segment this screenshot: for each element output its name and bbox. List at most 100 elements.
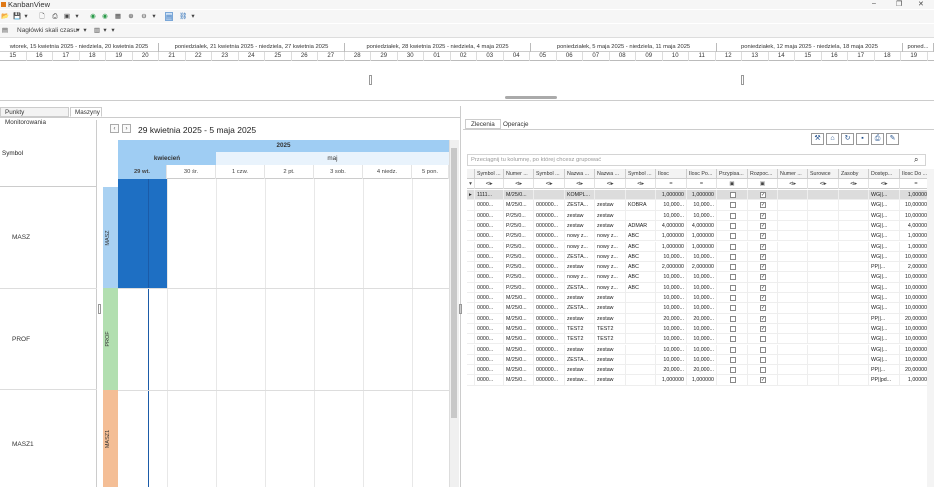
- table-row[interactable]: 0000... M/25/0... 000000... zestaw zestaw 20,…: [467, 365, 933, 376]
- columns-icon[interactable]: ▥: [93, 26, 101, 35]
- schedule-grid[interactable]: [118, 179, 450, 487]
- document-icon[interactable]: 🗋: [38, 12, 46, 21]
- filter-cell[interactable]: ▣: [748, 179, 778, 189]
- calendar-day[interactable]: 4 niedz.: [363, 165, 412, 179]
- tab-zlecenia[interactable]: Zlecenia: [465, 119, 501, 129]
- dropdown-icon[interactable]: ▾: [73, 12, 81, 21]
- filter-cell[interactable]: =: [687, 179, 717, 189]
- table-row[interactable]: ▸ 1111... M/25/0... KOMPL... 1,000000 1,00000…: [467, 190, 933, 201]
- vertical-scroll-thumb[interactable]: [451, 148, 457, 418]
- row-checkbox[interactable]: [760, 356, 766, 363]
- table-row[interactable]: 0000... P/25/0... 000000... zestaw zestaw ADM…: [467, 220, 933, 232]
- grid-icon[interactable]: ▦: [114, 12, 122, 21]
- filter-cell[interactable]: ▣: [717, 179, 748, 189]
- row-checkbox[interactable]: ✓: [760, 264, 766, 271]
- filter-cell[interactable]: =: [656, 179, 687, 189]
- row-checkbox[interactable]: ✓: [760, 295, 766, 301]
- tab-maszyny[interactable]: Maszyny: [70, 107, 102, 117]
- minimize-button[interactable]: –: [872, 0, 876, 7]
- search-icon[interactable]: ⌕: [914, 155, 918, 165]
- home-icon[interactable]: ⌂: [826, 133, 839, 145]
- row-checkbox[interactable]: ✓: [760, 202, 766, 209]
- table-row[interactable]: 0000... P/25/0... 000000... nowy z... nowy z…: [467, 241, 933, 252]
- row-checkbox[interactable]: ✓: [760, 253, 766, 260]
- column-header[interactable]: Zasoby: [839, 169, 869, 179]
- calendar-day[interactable]: 3 sob.: [314, 165, 363, 179]
- restore-button[interactable]: ❐: [896, 0, 902, 8]
- row-checkbox[interactable]: ✓: [760, 325, 766, 332]
- table-row[interactable]: 0000... M/25/0... 000000... TEST2 TEST2 10,00…: [467, 323, 933, 335]
- timeline-body[interactable]: [0, 61, 934, 101]
- column-header[interactable]: Nazwa ...: [595, 169, 626, 179]
- column-header[interactable]: Symbol ...: [534, 169, 565, 179]
- calendar-day[interactable]: 2 pt.: [265, 165, 314, 179]
- table-row[interactable]: 0000... M/25/0... 000000... ZESTA... zestaw 1…: [467, 303, 933, 314]
- row-checkbox[interactable]: ✓: [760, 212, 766, 219]
- table-row[interactable]: 0000... M/25/0... 000000... zestaw zestaw 20,…: [467, 313, 933, 324]
- scale-icon[interactable]: ▤: [1, 26, 9, 35]
- row-checkbox[interactable]: ✓: [760, 284, 766, 291]
- dropdown-icon[interactable]: ▾: [22, 12, 30, 21]
- table-row[interactable]: 0000... P/25/0... 000000... zestaw nowy z...…: [467, 262, 933, 273]
- row-checkbox[interactable]: [729, 192, 736, 198]
- calendar-day[interactable]: 5 pon.: [412, 165, 449, 179]
- filter-cell[interactable]: ⊲▸: [475, 179, 504, 189]
- dropdown-icon[interactable]: ▾: [189, 12, 197, 21]
- table-row[interactable]: 0000... M/25/0... 000000... zestaw... zestaw…: [467, 375, 933, 386]
- row-checkbox[interactable]: [729, 264, 736, 271]
- row-checkbox[interactable]: [729, 274, 736, 281]
- close-button[interactable]: ✕: [918, 0, 924, 8]
- column-header[interactable]: Numer ...: [504, 169, 534, 179]
- table-row[interactable]: 0000... M/25/0... 000000... zestaw zestaw 10,…: [467, 293, 933, 304]
- scale-headers-dropdown[interactable]: Nagłówki skali czasu: [17, 26, 77, 35]
- row-checkbox[interactable]: [760, 346, 766, 353]
- row-checkbox[interactable]: [729, 233, 736, 240]
- filter-cell[interactable]: ⊲▸: [504, 179, 534, 189]
- row-checkbox[interactable]: [760, 336, 766, 343]
- column-header[interactable]: Symbol ...: [626, 169, 656, 179]
- filter-icon[interactable]: ▾: [467, 179, 475, 189]
- back-icon[interactable]: ◉: [89, 12, 97, 21]
- column-header[interactable]: Numer ...: [778, 169, 808, 179]
- tab-operacje[interactable]: Operacje: [497, 119, 535, 129]
- zoom-out-icon[interactable]: ⊖: [140, 12, 148, 21]
- row-checkbox[interactable]: [729, 284, 736, 291]
- save-icon[interactable]: ▪: [856, 133, 869, 145]
- calendar-day[interactable]: 29 wt.: [118, 165, 167, 179]
- splitter-handle[interactable]: [741, 75, 744, 85]
- link-icon[interactable]: ⛓: [179, 12, 187, 21]
- prev-button[interactable]: ‹: [110, 124, 119, 133]
- layout-icon[interactable]: ▤: [165, 12, 173, 21]
- calendar-day[interactable]: 1 czw.: [216, 165, 265, 179]
- group-by-area[interactable]: Przeciągnij tu kolumnę, po której chcesz…: [467, 154, 926, 166]
- row-checkbox[interactable]: [729, 305, 736, 312]
- filter-cell[interactable]: ⊲▸: [565, 179, 595, 189]
- table-row[interactable]: 0000... P/25/0... 000000... zestaw zestaw 10,…: [467, 210, 933, 221]
- column-header[interactable]: Symbol ...: [475, 169, 504, 179]
- print-preview-icon[interactable]: ▣: [63, 12, 71, 21]
- row-checkbox[interactable]: ✓: [760, 192, 766, 198]
- row-checkbox[interactable]: [729, 212, 736, 219]
- column-header[interactable]: Ilosc: [656, 169, 687, 179]
- splitter-handle[interactable]: [369, 75, 372, 85]
- table-row[interactable]: 0000... P/25/0... 000000... nowy z... nowy z…: [467, 231, 933, 242]
- filter-cell[interactable]: ⊲▸: [626, 179, 656, 189]
- row-checkbox[interactable]: ✓: [760, 222, 766, 229]
- filter-cell[interactable]: ⊲▸: [839, 179, 869, 189]
- column-header[interactable]: Dostęp...: [869, 169, 900, 179]
- filter-cell[interactable]: ⊲▸: [534, 179, 565, 189]
- table-row[interactable]: 0000... M/25/0... 000000... ZESTA... zestaw 1…: [467, 354, 933, 366]
- row-checkbox[interactable]: ✓: [760, 274, 766, 281]
- row-checkbox[interactable]: ✓: [760, 233, 766, 240]
- row-checkbox[interactable]: [729, 325, 736, 332]
- print-icon[interactable]: ⎙: [871, 133, 884, 145]
- row-checkbox[interactable]: [729, 377, 736, 384]
- calendar-day[interactable]: 30 śr.: [167, 165, 216, 179]
- dropdown-icon[interactable]: ▾: [150, 12, 158, 21]
- splitter-handle[interactable]: [98, 304, 101, 314]
- table-row[interactable]: 0000... M/25/0... 000000... ZESTA... zestaw K…: [467, 200, 933, 211]
- splitter-handle[interactable]: [459, 304, 462, 314]
- dropdown-icon[interactable]: ▾: [109, 26, 117, 35]
- next-button[interactable]: ›: [122, 124, 131, 133]
- table-row[interactable]: 0000... M/25/0... 000000... zestaw zestaw 10,…: [467, 344, 933, 355]
